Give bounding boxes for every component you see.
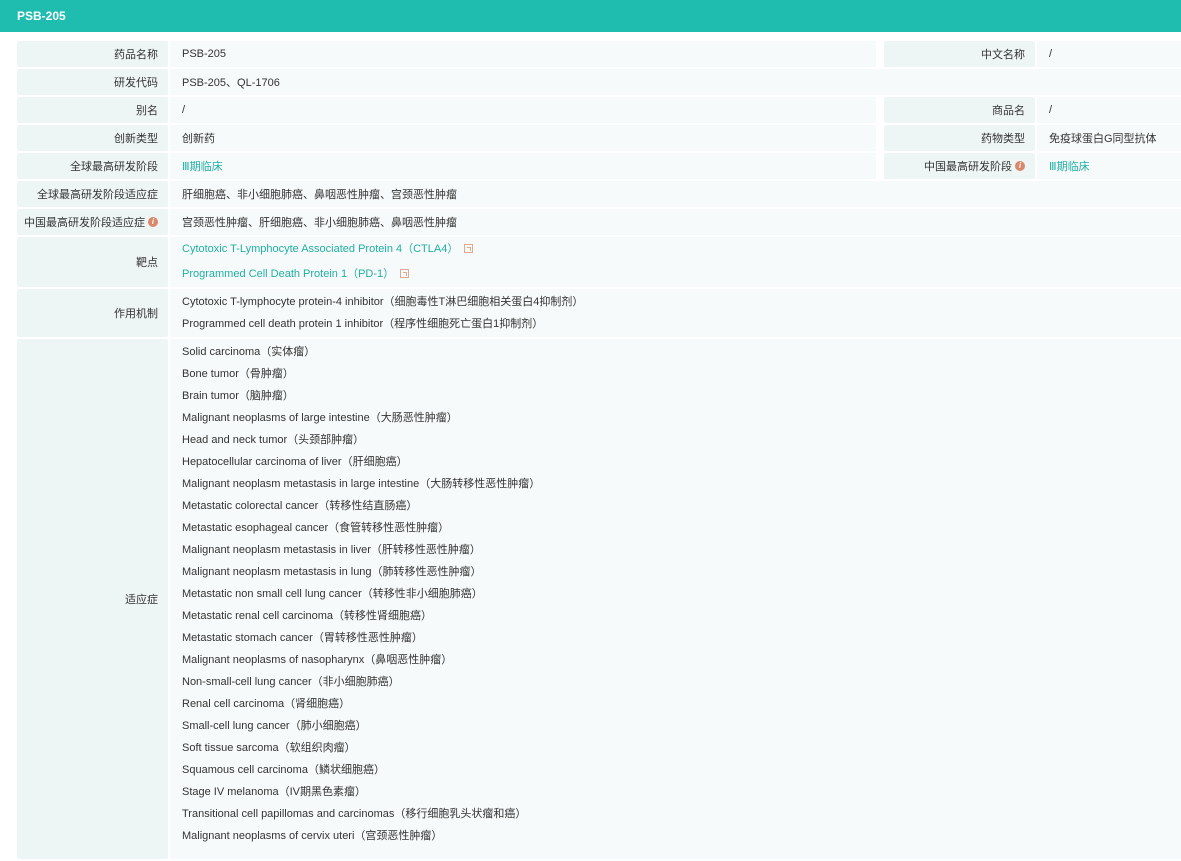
label-mechanism: 作用机制 [17, 289, 168, 337]
external-link-icon[interactable] [400, 269, 410, 278]
label-trade-name: 商品名 [884, 97, 1035, 123]
info-icon[interactable]: i [148, 217, 158, 227]
value-cn-name: / [1037, 41, 1181, 67]
target-item: Cytotoxic T-Lymphocyte Associated Protei… [182, 237, 474, 262]
page-header: PSB-205 [0, 0, 1181, 32]
row-china-indication: 中国最高研发阶段适应症 i 宫颈恶性肿瘤、肝细胞癌、非小细胞肺癌、鼻咽恶性肿瘤 [17, 209, 1181, 235]
label-drug-type: 药物类型 [884, 125, 1035, 151]
value-china-indication: 宫颈恶性肿瘤、肝细胞癌、非小细胞肺癌、鼻咽恶性肿瘤 [170, 209, 1181, 235]
indication-item: Malignant neoplasms of cervix uteri（宫颈恶性… [182, 830, 443, 842]
value-drug-type: 免疫球蛋白G同型抗体 [1037, 125, 1181, 151]
label-global-indication: 全球最高研发阶段适应症 [17, 181, 168, 207]
indication-item: Bone tumor（骨肿瘤） [182, 368, 294, 380]
indication-item: Solid carcinoma（实体瘤） [182, 346, 316, 358]
indication-item: Stage IV melanoma（IV期黑色素瘤） [182, 786, 367, 798]
value-alias: / [170, 97, 876, 123]
label-china-indication-wrap: 中国最高研发阶段适应症 i [17, 209, 168, 235]
indication-item: Small-cell lung cancer（肺小细胞癌） [182, 720, 367, 732]
label-cn-name: 中文名称 [884, 41, 1035, 67]
row-dev-code: 研发代码 PSB-205、QL-1706 [17, 69, 1181, 95]
label-indications: 适应症 [17, 339, 168, 859]
row-targets: 靶点 Cytotoxic T-Lymphocyte Associated Pro… [17, 237, 1181, 287]
label-global-stage: 全球最高研发阶段 [17, 153, 168, 179]
value-china-stage[interactable]: Ⅲ期临床 [1037, 153, 1181, 179]
value-trade-name: / [1037, 97, 1181, 123]
label-drug-name: 药品名称 [17, 41, 168, 67]
indication-item: Metastatic stomach cancer（胃转移性恶性肿瘤） [182, 632, 423, 644]
indication-item: Brain tumor（脑肿瘤） [182, 390, 294, 402]
indication-item: Soft tissue sarcoma（软组织肉瘤） [182, 742, 356, 754]
label-dev-code: 研发代码 [17, 69, 168, 95]
value-dev-code: PSB-205、QL-1706 [170, 69, 1181, 95]
indication-item: Renal cell carcinoma（肾细胞癌） [182, 698, 351, 710]
value-global-indication: 肝细胞癌、非小细胞肺癌、鼻咽恶性肿瘤、宫颈恶性肿瘤 [170, 181, 1181, 207]
indication-item: Head and neck tumor（头颈部肿瘤） [182, 434, 365, 446]
indication-item: Hepatocellular carcinoma of liver（肝细胞癌） [182, 456, 408, 468]
value-global-stage[interactable]: Ⅲ期临床 [170, 153, 876, 179]
row-innovation: 创新类型 创新药 药物类型 免疫球蛋白G同型抗体 [17, 125, 1181, 151]
drug-info-table: 药品名称 PSB-205 中文名称 / 研发代码 PSB-205、QL-1706… [17, 41, 1181, 861]
indication-item: Malignant neoplasm metastasis in liver（肝… [182, 544, 481, 556]
indication-item: Transitional cell papillomas and carcino… [182, 808, 527, 820]
external-link-icon[interactable] [464, 244, 474, 253]
value-mechanism: Cytotoxic T-lymphocyte protein-4 inhibit… [170, 289, 1181, 337]
indications-list: Solid carcinoma（实体瘤） Bone tumor（骨肿瘤） Brain… [170, 339, 1181, 859]
indication-item: Malignant neoplasm metastasis in large i… [182, 478, 541, 490]
indication-item: Metastatic non small cell lung cancer（转移… [182, 588, 483, 600]
indication-item: Malignant neoplasms of large intestine（大… [182, 412, 458, 424]
label-alias: 别名 [17, 97, 168, 123]
indication-item: Squamous cell carcinoma（鳞状细胞癌） [182, 764, 385, 776]
indication-item: Metastatic colorectal cancer（转移性结直肠癌） [182, 500, 418, 512]
mechanism-item: Cytotoxic T-lymphocyte protein-4 inhibit… [182, 296, 584, 308]
info-icon[interactable]: i [1015, 161, 1025, 171]
label-china-stage: 中国最高研发阶段 [924, 161, 1012, 173]
value-targets: Cytotoxic T-Lymphocyte Associated Protei… [170, 237, 1181, 287]
target-link[interactable]: Cytotoxic T-Lymphocyte Associated Protei… [182, 243, 458, 255]
target-link[interactable]: Programmed Cell Death Protein 1（PD-1） [182, 268, 394, 280]
label-targets: 靶点 [17, 237, 168, 287]
row-stage: 全球最高研发阶段 Ⅲ期临床 中国最高研发阶段 i Ⅲ期临床 [17, 153, 1181, 179]
label-china-stage-wrap: 中国最高研发阶段 i [884, 153, 1035, 179]
label-innovation: 创新类型 [17, 125, 168, 151]
indication-item: Malignant neoplasm metastasis in lung（肺转… [182, 566, 482, 578]
indication-item: Metastatic renal cell carcinoma（转移性肾细胞癌） [182, 610, 433, 622]
target-item: Programmed Cell Death Protein 1（PD-1） [182, 262, 410, 287]
value-drug-name: PSB-205 [170, 41, 876, 67]
mechanism-item: Programmed cell death protein 1 inhibito… [182, 318, 544, 330]
row-indications: 适应症 Solid carcinoma（实体瘤） Bone tumor（骨肿瘤） B… [17, 339, 1181, 859]
row-drug-name: 药品名称 PSB-205 中文名称 / [17, 41, 1181, 67]
label-china-indication: 中国最高研发阶段适应症 [24, 217, 145, 229]
row-alias: 别名 / 商品名 / [17, 97, 1181, 123]
value-innovation: 创新药 [170, 125, 876, 151]
indication-item: Non-small-cell lung cancer（非小细胞肺癌） [182, 676, 400, 688]
indication-item: Malignant neoplasms of nasopharynx（鼻咽恶性肿… [182, 654, 453, 666]
indication-item: Metastatic esophageal cancer（食管转移性恶性肿瘤） [182, 522, 450, 534]
row-mechanism: 作用机制 Cytotoxic T-lymphocyte protein-4 in… [17, 289, 1181, 337]
row-global-indication: 全球最高研发阶段适应症 肝细胞癌、非小细胞肺癌、鼻咽恶性肿瘤、宫颈恶性肿瘤 [17, 181, 1181, 207]
